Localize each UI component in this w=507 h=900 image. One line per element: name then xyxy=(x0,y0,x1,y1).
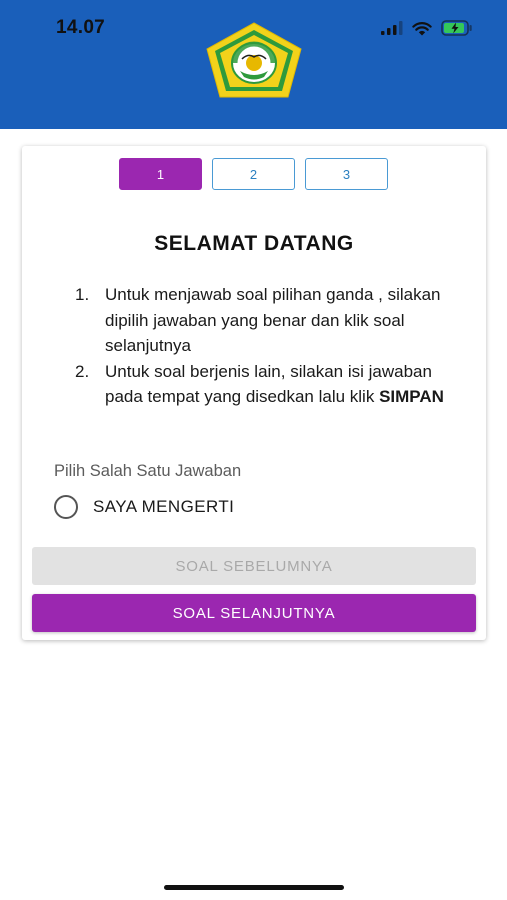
next-question-button[interactable]: SOAL SELANJUTNYA xyxy=(32,594,476,632)
app-header: 14.07 xyxy=(0,0,507,129)
status-icons xyxy=(381,19,473,37)
instruction-bold-keyword: SIMPAN xyxy=(379,387,444,406)
instruction-number: 2. xyxy=(75,361,90,381)
step-button-3[interactable]: 3 xyxy=(305,158,388,190)
status-time: 14.07 xyxy=(56,17,106,38)
instruction-list: 1. Untuk menjawab soal pilihan ganda , s… xyxy=(72,282,472,410)
answer-option[interactable]: SAYA MENGERTI xyxy=(54,495,234,519)
step-navigation: 1 2 3 xyxy=(119,158,388,190)
page-title: SELAMAT DATANG xyxy=(154,232,354,255)
instruction-number: 1. xyxy=(75,285,90,304)
step-button-1[interactable]: 1 xyxy=(119,158,202,190)
home-indicator[interactable] xyxy=(164,885,344,890)
instruction-text: Untuk menjawab soal pilihan ganda , sila… xyxy=(105,285,441,355)
quiz-card: 1 2 3 SELAMAT DATANG 1. Untuk menjawab s… xyxy=(22,146,486,640)
instruction-item: 2. Untuk soal berjenis lain, silakan isi… xyxy=(72,359,472,410)
answer-option-label: SAYA MENGERTI xyxy=(93,497,235,516)
school-emblem-icon xyxy=(206,22,302,98)
signal-bars-icon xyxy=(381,21,403,35)
previous-question-button[interactable]: SOAL SEBELUMNYA xyxy=(32,547,476,585)
question-label: Pilih Salah Satu Jawaban xyxy=(54,462,242,480)
wifi-icon xyxy=(412,21,432,35)
instruction-item: 1. Untuk menjawab soal pilihan ganda , s… xyxy=(72,282,472,359)
battery-charging-icon xyxy=(441,20,472,36)
step-button-2[interactable]: 2 xyxy=(212,158,295,190)
radio-button[interactable] xyxy=(54,495,78,519)
